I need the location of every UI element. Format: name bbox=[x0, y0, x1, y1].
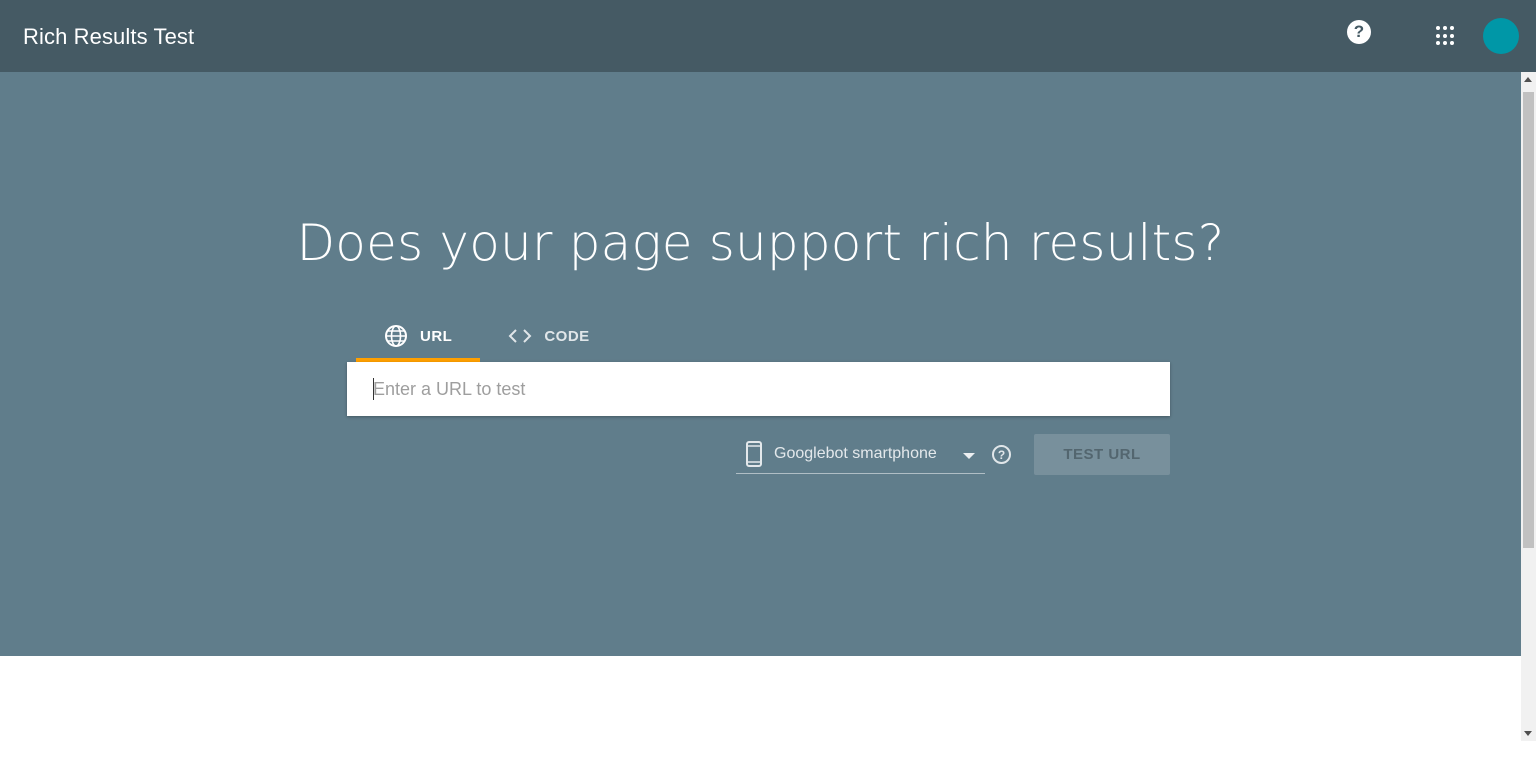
avatar[interactable] bbox=[1483, 18, 1519, 54]
test-url-button[interactable]: TEST URL bbox=[1034, 434, 1170, 475]
chevron-down-icon bbox=[963, 453, 975, 459]
text-caret bbox=[373, 378, 374, 400]
help-icon[interactable]: ? bbox=[1347, 20, 1371, 44]
tab-url[interactable]: URL bbox=[356, 310, 481, 362]
url-input-container bbox=[347, 362, 1170, 416]
smartphone-icon bbox=[746, 440, 762, 467]
user-agent-selected: Googlebot smartphone bbox=[774, 444, 937, 462]
user-agent-select[interactable]: Googlebot smartphone bbox=[736, 434, 985, 474]
tab-code[interactable]: CODE bbox=[480, 310, 617, 362]
globe-icon bbox=[384, 324, 408, 348]
tab-code-label: CODE bbox=[544, 327, 590, 345]
hero-section: Does your page support rich results? URL bbox=[0, 72, 1521, 656]
help-outline-icon[interactable]: ? bbox=[992, 445, 1011, 464]
app-header: Rich Results Test ? bbox=[0, 0, 1536, 72]
page-headline: Does your page support rich results? bbox=[296, 214, 1225, 272]
scroll-up-arrow-icon[interactable] bbox=[1524, 77, 1532, 82]
code-brackets-icon bbox=[508, 324, 532, 348]
app-title: Rich Results Test bbox=[23, 24, 195, 49]
page-scrollbar[interactable] bbox=[1521, 72, 1536, 741]
tab-url-label: URL bbox=[420, 327, 453, 345]
url-input[interactable] bbox=[373, 362, 1153, 416]
input-mode-tabs: URL CODE bbox=[356, 310, 618, 362]
apps-grid-icon[interactable] bbox=[1436, 26, 1456, 46]
scroll-thumb[interactable] bbox=[1523, 92, 1534, 548]
scroll-down-arrow-icon[interactable] bbox=[1524, 731, 1532, 736]
